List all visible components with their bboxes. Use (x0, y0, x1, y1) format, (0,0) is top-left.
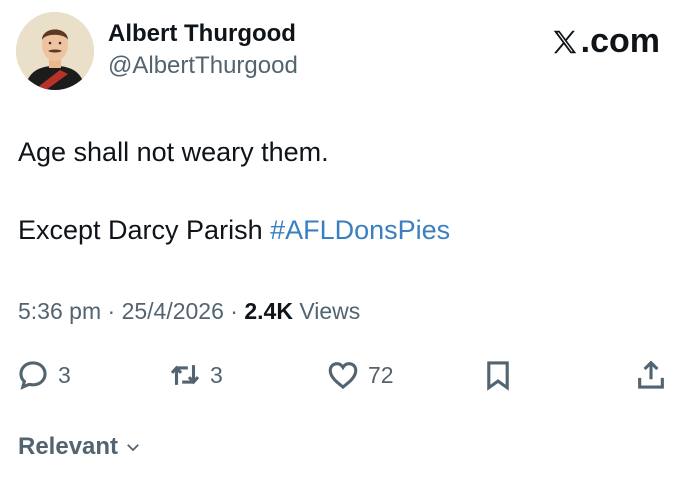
x-logo: .com (550, 22, 660, 61)
avatar[interactable] (16, 12, 94, 90)
tweet-text-line-2: Except Darcy Parish #AFLDonsPies (18, 215, 450, 246)
tweet-meta: 5:36 pm · 25/4/2026 · 2.4K Views (18, 298, 360, 325)
reply-button[interactable]: 3 (16, 358, 71, 392)
x-site-suffix: .com (580, 22, 660, 60)
tweet-time[interactable]: 5:36 pm (18, 298, 101, 324)
chevron-down-icon (127, 444, 139, 452)
like-count: 72 (368, 361, 394, 388)
hashtag-link[interactable]: #AFLDonsPies (270, 215, 450, 245)
reply-icon (19, 361, 47, 390)
heart-icon (328, 362, 358, 390)
tweet-date[interactable]: 25/4/2026 (122, 298, 224, 324)
meta-separator: · (223, 298, 245, 324)
share-icon (638, 360, 664, 389)
bookmark-icon (487, 361, 509, 391)
views-count: 2.4K (244, 298, 293, 324)
x-icon (553, 30, 576, 53)
share-button[interactable] (634, 358, 668, 392)
like-button[interactable]: 72 (326, 358, 394, 392)
views-label: Views (292, 298, 361, 324)
sort-label: Relevant (18, 433, 119, 460)
meta-separator: · (101, 298, 122, 324)
bookmark-button[interactable] (481, 358, 515, 392)
reply-count: 3 (58, 361, 71, 388)
tweet-text: Except Darcy Parish (18, 215, 271, 245)
avatar-portrait-image (16, 12, 94, 90)
replies-sort-dropdown[interactable]: Relevant (18, 433, 142, 461)
repost-button[interactable]: 3 (168, 358, 223, 392)
repost-icon (170, 365, 200, 385)
tweet-text-line-1: Age shall not weary them. (18, 137, 329, 167)
repost-count: 3 (210, 361, 223, 388)
author-handle[interactable]: @AlbertThurgood (108, 52, 298, 80)
author-display-name[interactable]: Albert Thurgood (108, 20, 296, 48)
